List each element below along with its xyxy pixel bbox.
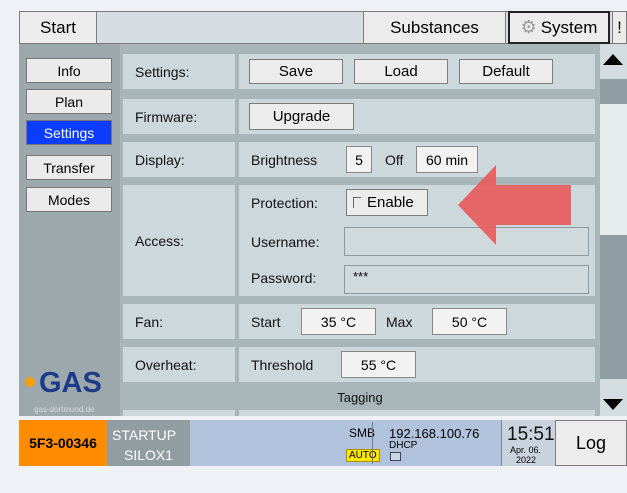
nav-settings[interactable]: Settings: [26, 120, 112, 145]
alert-button[interactable]: !: [612, 11, 627, 44]
tagging-row-cell: [239, 410, 595, 416]
clock-time: 15:51: [507, 424, 555, 445]
arrow-icon: [458, 165, 571, 245]
fan-start-field[interactable]: 35 °C: [301, 308, 376, 335]
checkbox-icon: [353, 197, 361, 208]
password-label: Password:: [251, 270, 317, 286]
logo-url: gas-dortmund.de: [34, 405, 95, 414]
display-row-label: Display:: [123, 142, 235, 177]
fan-max-label: Max: [386, 314, 413, 330]
vertical-scrollbar[interactable]: [600, 44, 627, 416]
protection-label: Protection:: [251, 195, 318, 211]
nav-modes[interactable]: Modes: [26, 187, 112, 212]
nav-plan[interactable]: Plan: [26, 89, 112, 114]
tagging-row-label: [123, 410, 235, 416]
serial-badge: 5F3-00346: [19, 420, 107, 466]
auto-badge: AUTO: [346, 449, 380, 462]
fan-row-cell: [239, 304, 595, 339]
clock-date: Apr. 06.: [510, 445, 542, 455]
tagging-header: Tagging: [337, 390, 383, 405]
ip-address: 192.168.100.76: [389, 426, 480, 441]
password-input[interactable]: ***: [344, 265, 589, 294]
off-label: Off: [385, 152, 404, 168]
system-button[interactable]: ⚙ System: [508, 11, 610, 44]
logo-dot-icon: [25, 377, 35, 387]
scroll-thumb[interactable]: [600, 104, 627, 235]
overheat-row-label: Overheat:: [123, 347, 235, 382]
threshold-field[interactable]: 55 °C: [341, 351, 416, 378]
access-row-label: Access:: [123, 185, 235, 296]
log-button[interactable]: Log: [555, 420, 627, 466]
network-icon: [390, 452, 401, 461]
brightness-label: Brightness: [251, 152, 318, 168]
brightness-field[interactable]: 5: [346, 146, 372, 173]
nav-transfer[interactable]: Transfer: [26, 155, 112, 180]
load-button[interactable]: Load: [354, 59, 448, 84]
screen: Start Substances ⚙ System ! Info Plan Se…: [0, 0, 627, 470]
gas-logo: GAS: [23, 367, 117, 401]
clock-year: 2022: [516, 455, 537, 465]
nav-info[interactable]: Info: [26, 58, 112, 83]
firmware-row-label: Firmware:: [123, 99, 235, 134]
gear-icon: ⚙: [520, 17, 537, 37]
threshold-label: Threshold: [251, 357, 314, 373]
device-text: SILOX1: [124, 447, 174, 463]
settings-row-label: Settings:: [123, 54, 235, 89]
fan-start-label: Start: [251, 314, 281, 330]
network-divider: [372, 422, 373, 464]
system-label: System: [540, 17, 598, 37]
logo-text: GAS: [39, 367, 102, 399]
sidebar: Info Plan Settings Transfer Modes GAS ga…: [19, 44, 120, 416]
dhcp-label: DHCP: [389, 440, 418, 451]
fan-row-label: Fan:: [123, 304, 235, 339]
default-button[interactable]: Default: [459, 59, 553, 84]
save-button[interactable]: Save: [249, 59, 343, 84]
enable-label: Enable: [367, 194, 414, 211]
start-button[interactable]: Start: [19, 11, 97, 44]
scroll-down-icon[interactable]: [603, 399, 623, 410]
upgrade-button[interactable]: Upgrade: [249, 103, 354, 130]
scroll-up-icon[interactable]: [603, 54, 623, 65]
substances-button[interactable]: Substances: [363, 11, 506, 44]
state-text: STARTUP: [112, 427, 177, 443]
enable-checkbox[interactable]: Enable: [346, 189, 428, 216]
username-label: Username:: [251, 234, 320, 250]
fan-max-field[interactable]: 50 °C: [432, 308, 507, 335]
